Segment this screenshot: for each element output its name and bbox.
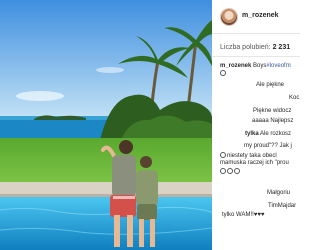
comment-text: Małgoriu [267,190,291,196]
comment-username[interactable]: tylka [245,131,259,137]
comment-text: Piękne widocz [253,108,292,114]
likes-number: 2 231 [272,44,291,51]
divider [212,33,300,34]
comment-text: tylko WAM!! [222,212,254,218]
username-link[interactable]: m_rozenek [242,12,279,19]
smiley-emoji-icon [220,168,226,174]
comment-text: Koc [289,95,300,101]
smiley-emoji-icon [227,168,233,174]
smiley-emoji-icon [234,168,240,174]
post-caption: m_rozenek Boys#loveofm [220,62,300,78]
comment-text: TimMajdar [268,203,297,209]
avatar[interactable] [220,8,238,26]
comment-item: tylka Ale rozkosz [245,131,291,137]
comment-text: Ale piękne [256,82,285,88]
comment-item: my proud"?? Jak j [244,143,292,149]
comment-item: aaaaa Najlepsz [252,118,293,124]
comment-item: Piękne widocz [253,108,291,114]
likes-label: Liczba polubień: [220,44,271,51]
caption-text: Boys [251,63,267,69]
comment-item: niestety taka obecl [220,152,277,159]
comment-text: Ale rozkosz [258,131,292,137]
comment-text: mamuska raczej ich "prou [220,160,289,166]
comment-item: TimMajdar [268,203,296,209]
comment-item: mamuska raczej ich "prou [220,160,289,166]
comment-item: Małgoriu [267,190,290,196]
comment-item: Ale piękne [256,82,284,88]
caption-username[interactable]: m_rozenek [220,63,251,69]
divider [212,56,300,57]
smiley-emoji-icon [220,152,226,158]
post-sidebar: m_rozenek Liczba polubień: 2 231 m_rozene… [212,0,300,250]
post-photo-image [0,0,212,250]
comment-item: Koc [289,95,299,101]
comment-emojis [220,168,241,175]
likes-count[interactable]: Liczba polubień: 2 231 [220,44,290,51]
caption-hashtag[interactable]: #loveofm [266,63,290,69]
smiley-emoji-icon [220,70,226,76]
comment-item: tylko WAM!!♥♥♥ [222,212,264,218]
comment-text: my proud"?? Jak j [244,143,292,149]
comment-text: niestety taka obecl [227,153,277,159]
post-photo[interactable] [0,0,212,250]
comment-text: aaaaa Najlepsz [252,118,294,124]
post-header: m_rozenek [220,8,300,26]
heart-emoji-icon: ♥♥♥ [253,212,265,218]
